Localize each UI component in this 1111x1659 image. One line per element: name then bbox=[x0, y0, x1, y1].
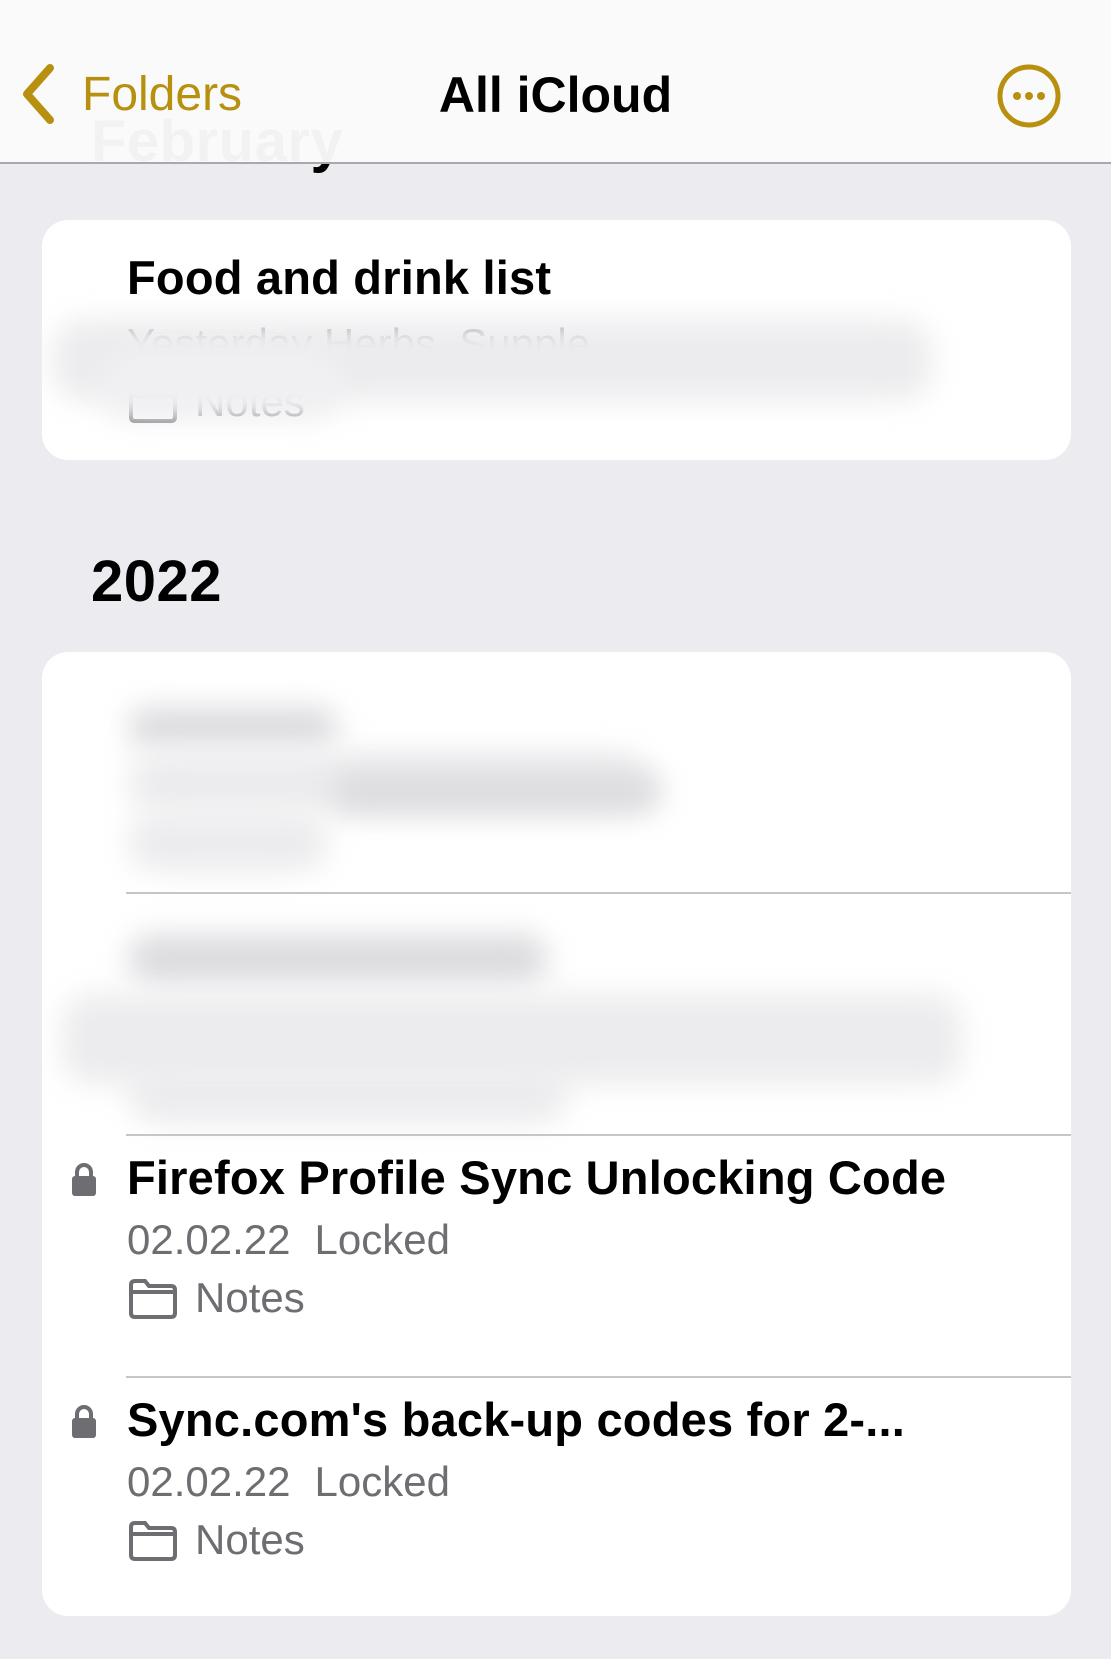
note-folder: Notes bbox=[127, 1274, 305, 1322]
note-status: Locked bbox=[314, 1458, 450, 1505]
redaction-blur bbox=[128, 812, 328, 872]
note-title: Firefox Profile Sync Unlocking Code bbox=[127, 1151, 947, 1204]
section-card-february: Food and drink list Yesterday Herbs, Sup… bbox=[42, 220, 1071, 460]
redaction-blur bbox=[332, 772, 662, 812]
folder-icon bbox=[129, 1279, 177, 1319]
note-meta: 02.02.22 Locked bbox=[127, 1216, 450, 1264]
note-title: Food and drink list bbox=[127, 251, 552, 304]
note-firefox-profile-sync[interactable]: Firefox Profile Sync Unlocking Code 02.0… bbox=[42, 1136, 1071, 1376]
note-status: Locked bbox=[314, 1216, 450, 1263]
note-food-and-drink-list[interactable]: Food and drink list Yesterday Herbs, Sup… bbox=[42, 250, 1071, 450]
lock-icon bbox=[72, 1405, 96, 1438]
note-folder: Notes bbox=[127, 1516, 305, 1564]
navigation-bar: Folders All iCloud bbox=[0, 0, 1111, 164]
note-meta: 02.02.22 Locked bbox=[127, 1458, 450, 1506]
note-redacted[interactable] bbox=[42, 894, 1071, 1134]
note-date: 02.02.22 bbox=[127, 1458, 291, 1505]
note-title: Sync.com's back-up codes for 2-... bbox=[127, 1393, 906, 1446]
section-header-2022: 2022 bbox=[91, 549, 223, 614]
note-date: 02.02.22 bbox=[127, 1216, 291, 1263]
redaction-blur bbox=[102, 350, 342, 420]
note-folder-label: Notes bbox=[195, 1274, 305, 1321]
redaction-blur bbox=[128, 1064, 568, 1124]
note-folder-label: Notes bbox=[195, 1516, 305, 1563]
note-sync-com-backup-codes[interactable]: Sync.com's back-up codes for 2-... 02.02… bbox=[42, 1378, 1071, 1616]
ellipsis-circle-icon[interactable] bbox=[996, 63, 1062, 129]
lock-icon bbox=[72, 1163, 96, 1196]
section-card-2022: Firefox Profile Sync Unlocking Code 02.0… bbox=[42, 652, 1071, 1616]
page-title: All iCloud bbox=[438, 67, 673, 123]
redaction-blur bbox=[128, 707, 338, 747]
redaction-blur bbox=[128, 934, 548, 984]
note-redacted[interactable] bbox=[42, 652, 1071, 892]
folder-icon bbox=[129, 1521, 177, 1561]
notes-list[interactable]: February Food and drink list Yesterday H… bbox=[0, 0, 1111, 1659]
